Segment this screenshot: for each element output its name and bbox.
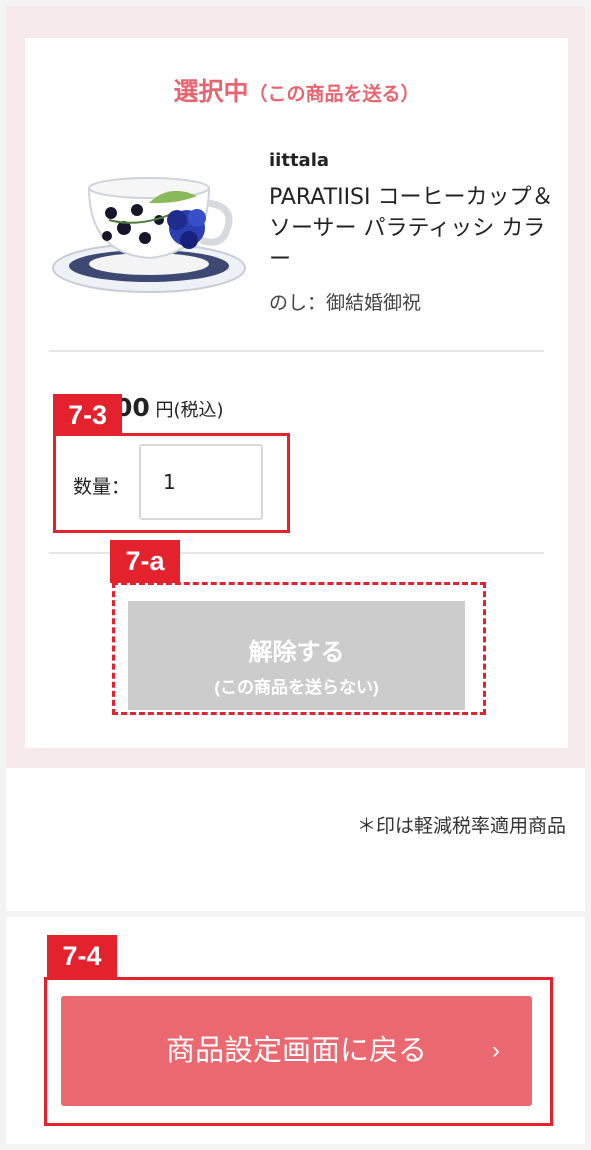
selected-heading-main: 選択中: [173, 77, 249, 106]
annotation-box-back: [44, 977, 553, 1126]
selected-heading: 選択中（この商品を送る）: [25, 72, 568, 108]
annotation-box-quantity: [53, 433, 290, 533]
divider: [49, 350, 544, 352]
noshi-label: のし：御結婚御祝: [269, 292, 422, 314]
product-image: [52, 177, 246, 293]
product-name: PARATIISI コーヒーカップ＆ソーサー パラティッシ カラー: [269, 185, 554, 272]
price-unit: 円(税込): [155, 400, 224, 421]
price: 00 円(税込): [115, 393, 224, 422]
annotation-tag-quantity: 7-3: [53, 394, 122, 436]
annotation-tag-back: 7-4: [47, 935, 117, 978]
annotation-tag-remove: 7-a: [110, 540, 180, 583]
selected-heading-sub: （この商品を送る）: [248, 83, 420, 105]
reduced-tax-note: ＊印は軽減税率適用商品: [356, 815, 566, 837]
product-brand: iittala: [269, 150, 330, 171]
section-divider: [6, 911, 585, 917]
annotation-box-remove: [112, 582, 486, 715]
